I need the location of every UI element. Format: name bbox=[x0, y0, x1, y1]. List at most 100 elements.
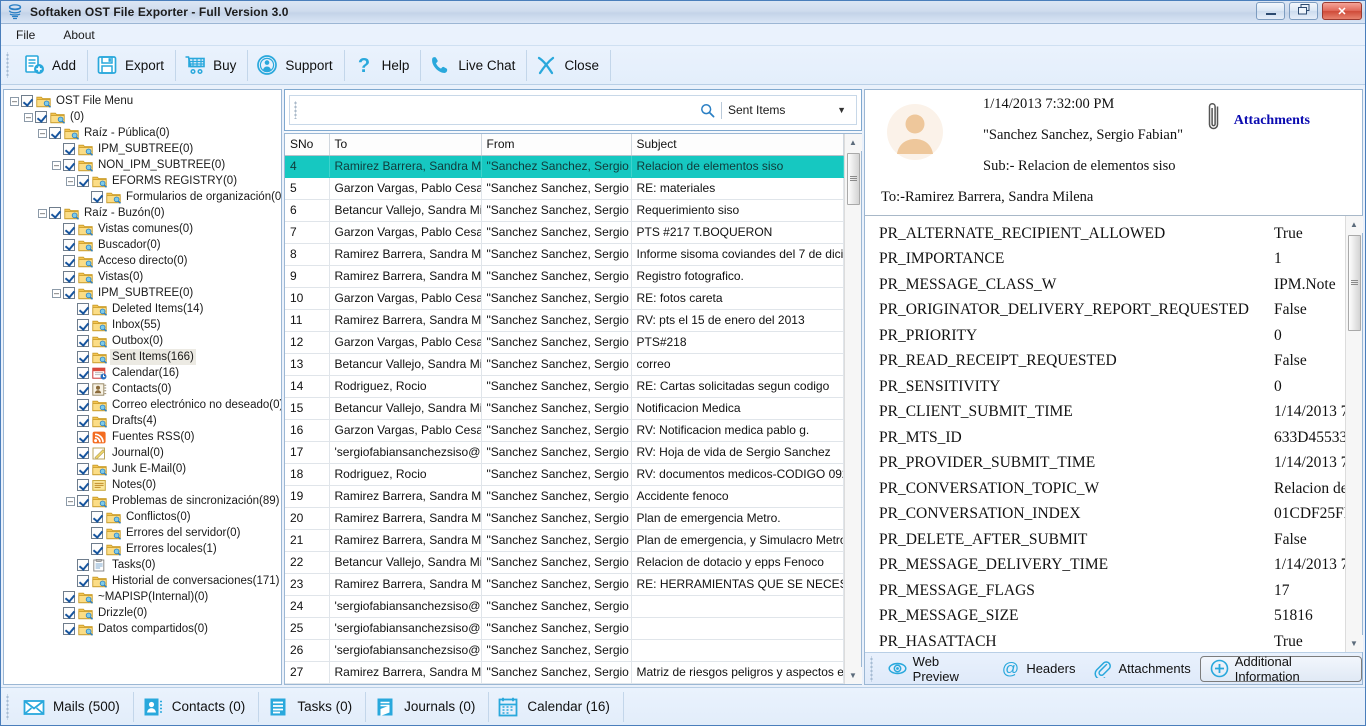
column-header-from[interactable]: From bbox=[481, 134, 632, 156]
tree-node[interactable]: – (0) bbox=[8, 109, 279, 125]
search-icon[interactable] bbox=[700, 103, 715, 118]
tab-web-preview[interactable]: Web Preview bbox=[879, 654, 993, 684]
tree-node[interactable]: Calendar(16) bbox=[8, 365, 279, 381]
tree-node[interactable]: – Raíz - Pública(0) bbox=[8, 125, 279, 141]
tree-node-checkbox[interactable] bbox=[63, 223, 75, 235]
status-calendar[interactable]: Calendar (16) bbox=[489, 691, 624, 722]
tree-node-checkbox[interactable] bbox=[77, 495, 89, 507]
status-mails[interactable]: Mails (500) bbox=[15, 691, 134, 722]
tree-node[interactable]: Correo electrónico no deseado(0) bbox=[8, 397, 281, 413]
tree-collapse-icon[interactable]: – bbox=[10, 96, 19, 106]
tree-node-checkbox[interactable] bbox=[63, 287, 75, 299]
tree-node[interactable]: Tasks(0) bbox=[8, 557, 279, 573]
tab-attachments[interactable]: Attachments bbox=[1084, 656, 1199, 682]
table-row[interactable]: 8 Ramirez Barrera, Sandra Mil... "Sanchez … bbox=[285, 243, 844, 266]
scroll-down-icon[interactable]: ▼ bbox=[844, 667, 862, 684]
column-header-to[interactable]: To bbox=[329, 134, 482, 156]
tree-node[interactable]: Buscador(0) bbox=[8, 237, 279, 253]
tree-node[interactable]: Sent Items(166) bbox=[8, 349, 279, 365]
table-row[interactable]: 24'sergiofabiansanchezsiso@... "Sanchez S… bbox=[285, 595, 844, 618]
table-row[interactable]: 5 Garzon Vargas, Pablo Cesar... "Sanchez S… bbox=[285, 177, 844, 200]
tree-node[interactable]: – Problemas de sincronización(89) bbox=[8, 493, 279, 509]
table-row[interactable]: 14 Rodriguez, Rocio "Sanchez Sanchez, Serg… bbox=[285, 375, 844, 398]
column-header-sno[interactable]: SNo bbox=[285, 134, 330, 156]
tree-node-checkbox[interactable] bbox=[77, 447, 89, 459]
tree-node-checkbox[interactable] bbox=[63, 591, 75, 603]
tree-node[interactable]: – NON_IPM_SUBTREE(0) bbox=[8, 157, 279, 173]
tree-node-checkbox[interactable] bbox=[77, 479, 89, 491]
minimize-button[interactable] bbox=[1256, 2, 1285, 20]
tree-node-checkbox[interactable] bbox=[63, 239, 75, 251]
tree-collapse-icon[interactable]: – bbox=[52, 288, 61, 298]
tree-node[interactable]: – EFORMS REGISTRY(0) bbox=[8, 173, 279, 189]
support-button[interactable]: Support bbox=[248, 49, 345, 81]
tree-node[interactable]: Historial de conversaciones(171) bbox=[8, 573, 279, 589]
table-row[interactable]: 9 Ramirez Barrera, Sandra Mil... "Sanchez … bbox=[285, 265, 844, 288]
tab-additional-information[interactable]: Additional Information bbox=[1199, 654, 1362, 684]
tree-collapse-icon[interactable]: – bbox=[38, 208, 47, 218]
table-row[interactable]: 13 Betancur Vallejo, Sandra Mil... "Sanche… bbox=[285, 353, 844, 376]
tree-node[interactable]: Drafts(4) bbox=[8, 413, 279, 429]
props-scroll-down-icon[interactable]: ▼ bbox=[1345, 635, 1363, 652]
status-tasks[interactable]: Tasks (0) bbox=[259, 691, 367, 722]
tree-node-checkbox[interactable] bbox=[21, 95, 33, 107]
table-row[interactable]: 25'sergiofabiansanchezsiso@... "Sanchez S… bbox=[285, 617, 844, 640]
tree-node-checkbox[interactable] bbox=[77, 559, 89, 571]
tree-node[interactable]: Outbox(0) bbox=[8, 333, 279, 349]
preview-tabs-grip[interactable] bbox=[869, 655, 875, 682]
tree-node[interactable]: Contacts(0) bbox=[8, 381, 279, 397]
status-journals[interactable]: Journals (0) bbox=[366, 691, 490, 722]
tree-node[interactable]: Vistas(0) bbox=[8, 269, 279, 285]
table-row[interactable]: 18 Rodriguez, Rocio "Sanchez Sanchez, Serg… bbox=[285, 463, 844, 486]
table-row[interactable]: 4 Ramirez Barrera, Sandra Mil... "Sanchez … bbox=[285, 155, 844, 178]
tree-node[interactable]: Fuentes RSS(0) bbox=[8, 429, 279, 445]
tree-node[interactable]: Journal(0) bbox=[8, 445, 279, 461]
tree-node-checkbox[interactable] bbox=[77, 335, 89, 347]
table-row[interactable]: 12 Garzon Vargas, Pablo Cesar... "Sanchez … bbox=[285, 331, 844, 354]
help-button[interactable]: ? Help bbox=[345, 49, 422, 81]
export-button[interactable]: Export bbox=[88, 49, 177, 81]
tree-node-checkbox[interactable] bbox=[77, 319, 89, 331]
table-row[interactable]: 23 Ramirez Barrera, Sandra Mil... "Sanchez… bbox=[285, 573, 844, 596]
table-row[interactable]: 7 Garzon Vargas, Pablo Cesar... "Sanchez S… bbox=[285, 221, 844, 244]
tree-node-checkbox[interactable] bbox=[77, 351, 89, 363]
close-app-button[interactable]: Close bbox=[527, 49, 611, 81]
tree-node-checkbox[interactable] bbox=[77, 415, 89, 427]
menu-item-file[interactable]: File bbox=[12, 26, 39, 44]
tree-node-checkbox[interactable] bbox=[63, 159, 75, 171]
tree-node-checkbox[interactable] bbox=[77, 303, 89, 315]
tree-node-checkbox[interactable] bbox=[91, 543, 103, 555]
tree-node-checkbox[interactable] bbox=[91, 527, 103, 539]
tree-node[interactable]: Errores locales(1) bbox=[8, 541, 279, 557]
toolbar-grip[interactable] bbox=[5, 52, 11, 78]
add-button[interactable]: Add bbox=[15, 49, 89, 81]
tree-collapse-icon[interactable]: – bbox=[66, 176, 75, 186]
tree-node-checkbox[interactable] bbox=[49, 207, 61, 219]
tree-node[interactable]: Acceso directo(0) bbox=[8, 253, 279, 269]
status-bar-grip[interactable] bbox=[5, 693, 11, 720]
tree-node-checkbox[interactable] bbox=[49, 127, 61, 139]
tree-node[interactable]: Vistas comunes(0) bbox=[8, 221, 279, 237]
tree-node[interactable]: Datos compartidos(0) bbox=[8, 621, 279, 637]
table-row[interactable]: 26'sergiofabiansanchezsiso@... "Sanchez S… bbox=[285, 639, 844, 662]
tree-collapse-icon[interactable]: – bbox=[52, 160, 61, 170]
tree-node-checkbox[interactable] bbox=[63, 623, 75, 635]
restore-button[interactable] bbox=[1289, 2, 1318, 20]
tree-node[interactable]: – IPM_SUBTREE(0) bbox=[8, 285, 279, 301]
attachments-indicator[interactable]: Attachments bbox=[1206, 102, 1310, 139]
tree-node[interactable]: – Raíz - Buzón(0) bbox=[8, 205, 279, 221]
props-scroll-up-icon[interactable]: ▲ bbox=[1345, 216, 1363, 233]
table-row[interactable]: 11 Ramirez Barrera, Sandra Mil... "Sanchez… bbox=[285, 309, 844, 332]
tree-node[interactable]: Drizzle(0) bbox=[8, 605, 279, 621]
table-row[interactable]: 6 Betancur Vallejo, Sandra Mil... "Sanchez… bbox=[285, 199, 844, 222]
tree-node-checkbox[interactable] bbox=[77, 399, 89, 411]
table-row[interactable]: 17'sergiofabiansanchezsiso@... "Sanchez S… bbox=[285, 441, 844, 464]
tree-node[interactable]: Errores del servidor(0) bbox=[8, 525, 279, 541]
column-header-subject[interactable]: Subject bbox=[631, 134, 844, 156]
tree-node[interactable]: Inbox(55) bbox=[8, 317, 279, 333]
table-row[interactable]: 10 Garzon Vargas, Pablo Cesar "Sanchez San… bbox=[285, 287, 844, 310]
search-input[interactable] bbox=[302, 103, 700, 117]
tree-node[interactable]: – OST File Menu bbox=[8, 93, 279, 109]
tree-node-checkbox[interactable] bbox=[63, 143, 75, 155]
tree-node-checkbox[interactable] bbox=[91, 511, 103, 523]
